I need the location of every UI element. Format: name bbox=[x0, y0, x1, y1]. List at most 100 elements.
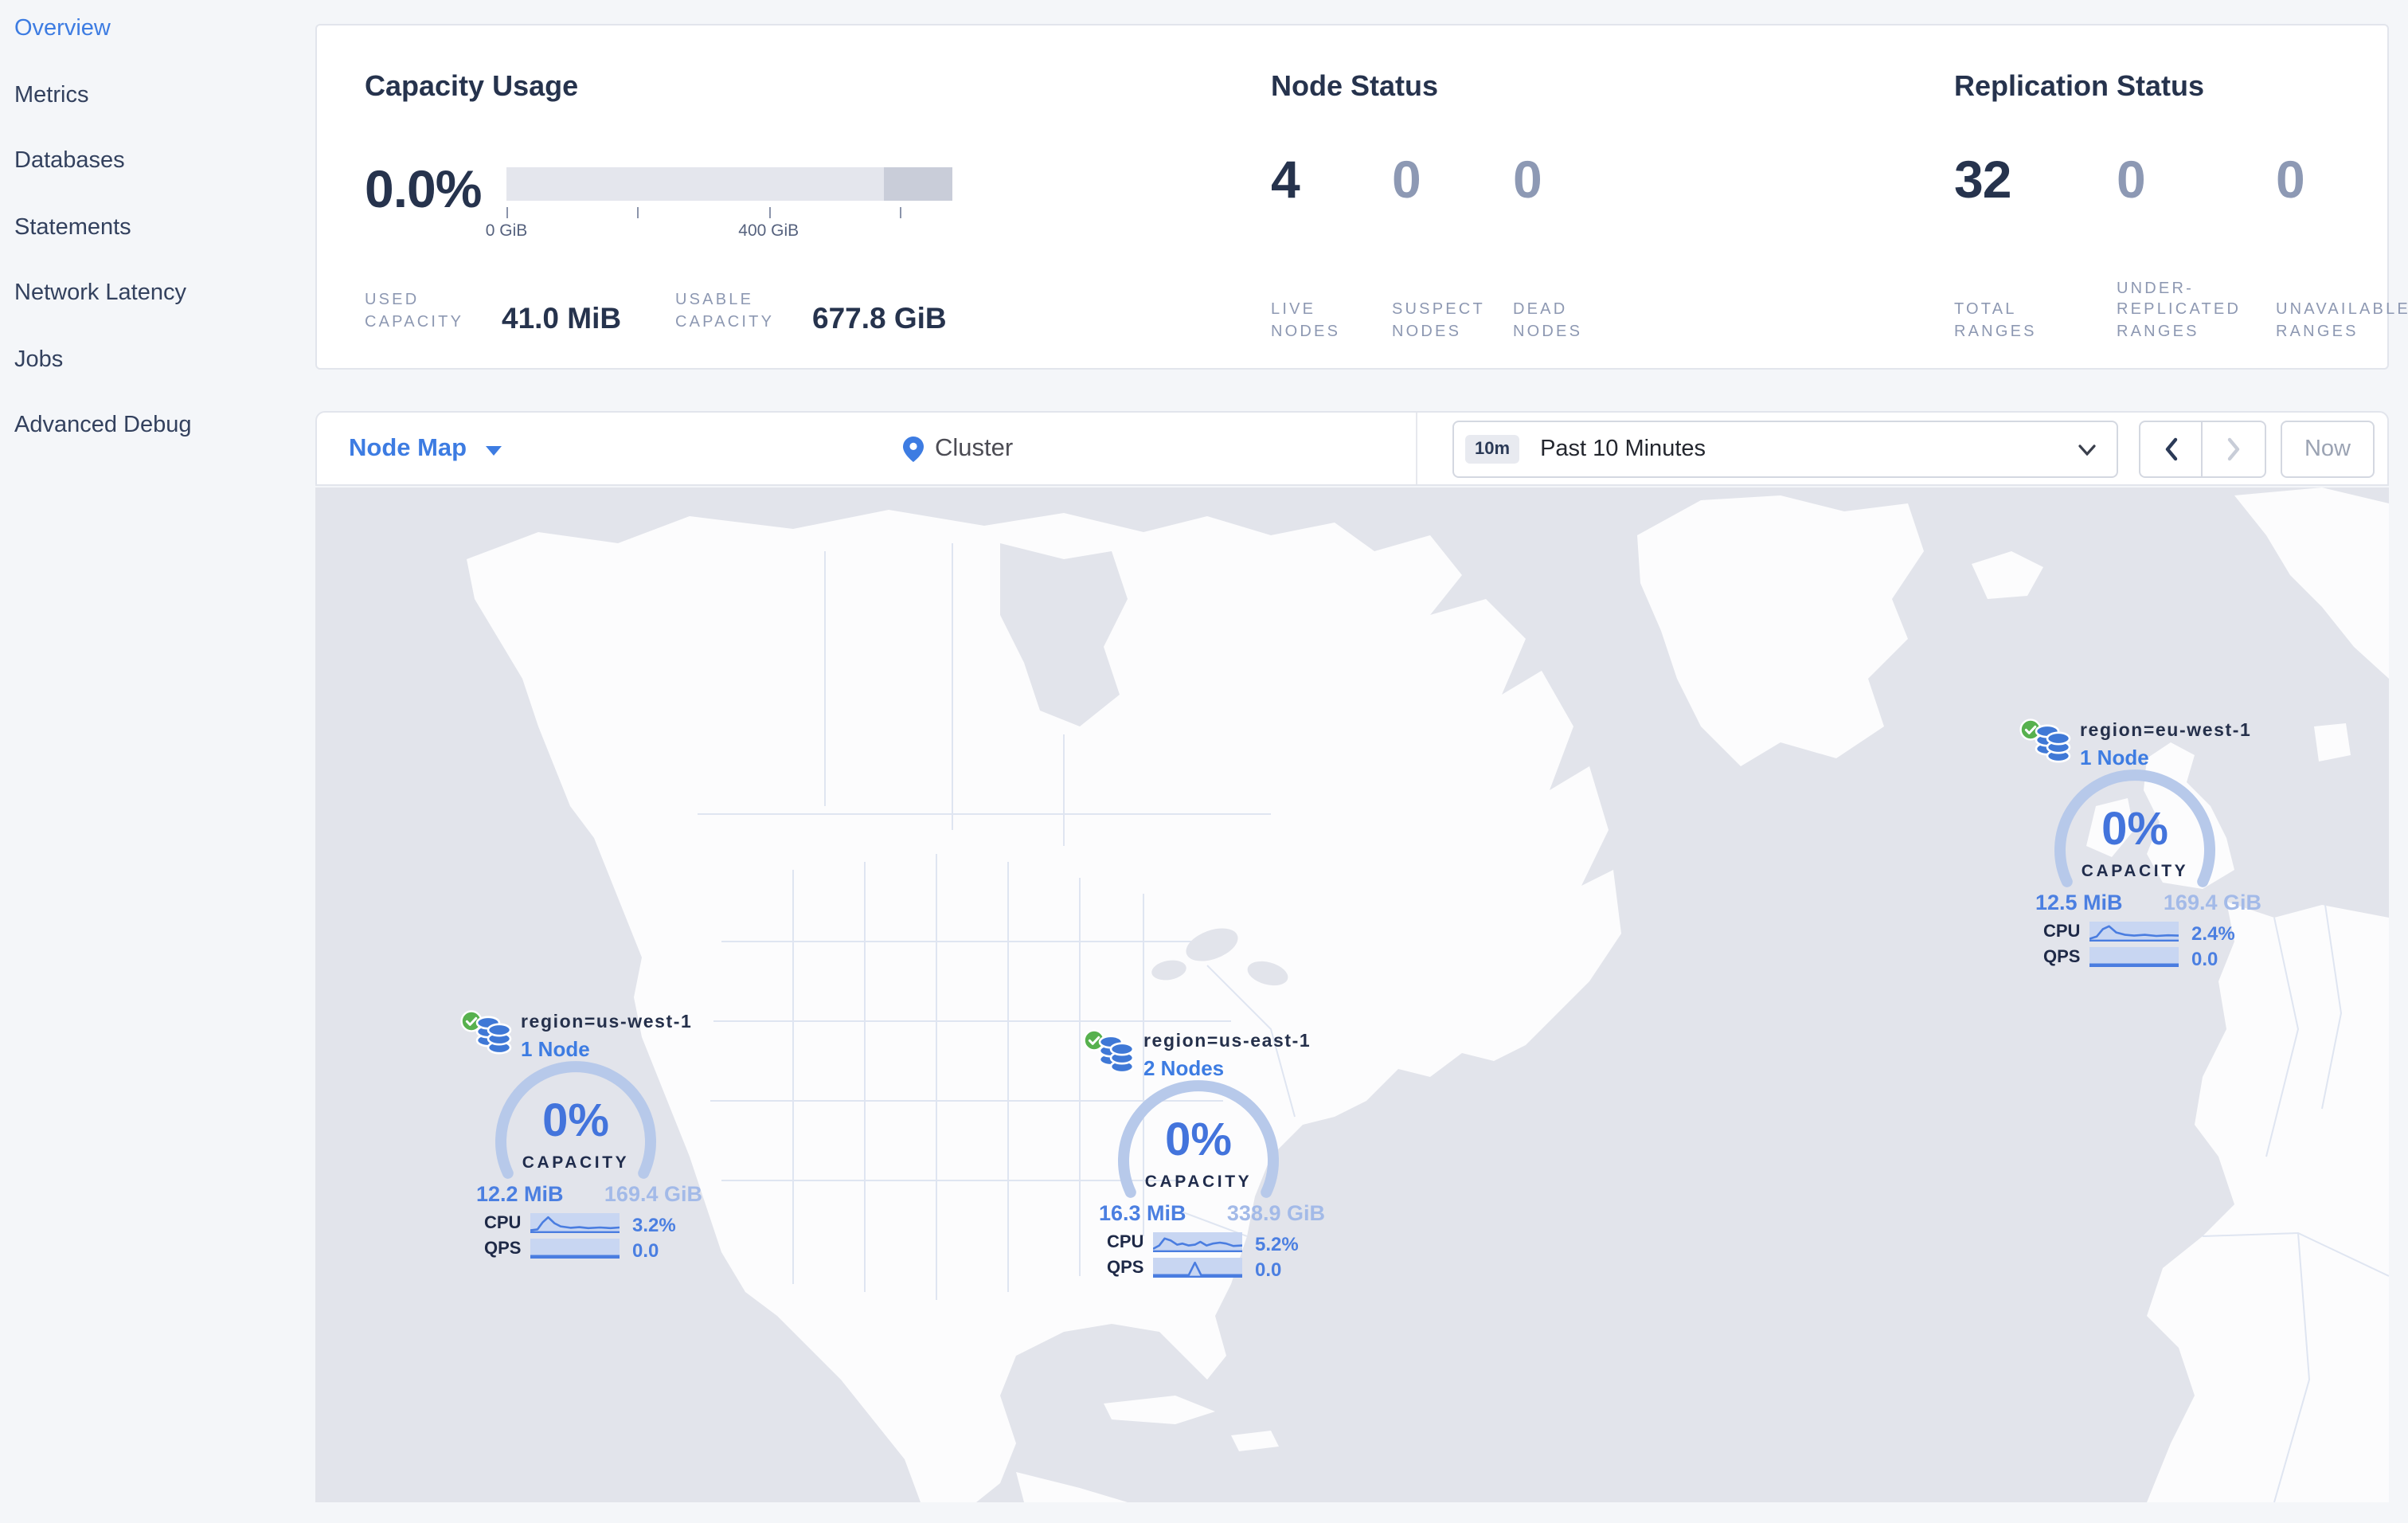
sidebar-item-network-latency[interactable]: Network Latency bbox=[14, 280, 186, 306]
region-total-capacity: 338.9 GiB bbox=[1226, 1201, 1325, 1225]
sidebar-item-advanced-debug[interactable]: Advanced Debug bbox=[14, 413, 192, 438]
qps-label: QPS bbox=[484, 1239, 522, 1259]
breadcrumb[interactable]: Cluster bbox=[903, 413, 1013, 484]
sidebar-item-overview[interactable]: Overview bbox=[14, 16, 111, 41]
sidebar-item-jobs[interactable]: Jobs bbox=[14, 346, 63, 372]
region-marker-eu-west-1[interactable]: region=eu-west-1 1 Node 0% CAPACITY 12.5… bbox=[2019, 718, 2274, 989]
capacity-bar-tick bbox=[637, 207, 639, 218]
capacity-gauge-label: CAPACITY bbox=[2081, 862, 2189, 881]
cpu-label: CPU bbox=[484, 1214, 522, 1233]
sidebar: Overview Metrics Databases Statements Networ… bbox=[0, 0, 312, 1523]
used-capacity-value: 41.0 MiB bbox=[502, 301, 622, 335]
cpu-sparkline bbox=[530, 1213, 620, 1233]
capacity-bar-tick bbox=[899, 207, 901, 218]
qps-sparkline bbox=[2089, 947, 2179, 967]
usable-capacity-value: 677.8 GiB bbox=[812, 301, 947, 335]
replication-status-title: Replication Status bbox=[1954, 70, 2205, 102]
capacity-values: 16.3 MiB 338.9 GiB bbox=[1099, 1201, 1325, 1225]
qps-row: QPS 0.0 bbox=[484, 1238, 715, 1262]
capacity-usage-title: Capacity Usage bbox=[365, 70, 579, 102]
qps-sparkline bbox=[1153, 1258, 1242, 1278]
stat-label: TOTAL RANGES bbox=[1954, 301, 2037, 340]
region-marker-us-east-1[interactable]: region=us-east-1 2 Nodes 0% CAPACITY 16.… bbox=[1083, 1029, 1338, 1300]
sidebar-item-databases[interactable]: Databases bbox=[14, 148, 125, 174]
cpu-label: CPU bbox=[2043, 922, 2081, 942]
database-icon bbox=[475, 1016, 512, 1055]
region-label: region=us-west-1 bbox=[521, 1013, 693, 1032]
replication-status-values: 32 0 0 bbox=[1954, 150, 2390, 210]
chevron-right-icon bbox=[2226, 437, 2239, 461]
map-toolbar: Node Map Cluster 10m Past 10 Minutes Now bbox=[315, 411, 2389, 486]
now-button[interactable]: Now bbox=[2281, 421, 2375, 478]
capacity-bar-tick bbox=[506, 207, 508, 218]
capacity-values: 12.2 MiB 169.4 GiB bbox=[476, 1182, 702, 1206]
cluster-summary-panel: Capacity Usage 0.0% 0 GiB 400 GiB USED CA… bbox=[315, 24, 2408, 370]
view-selector-label: Node Map bbox=[349, 434, 467, 461]
qps-row: QPS 0.0 bbox=[2043, 946, 2274, 970]
stat-value: 0 bbox=[1513, 150, 1542, 209]
capacity-bar-tick-label: 400 GiB bbox=[738, 221, 799, 241]
node-status-labels: LIVE NODES SUSPECT NODES DEAD NODES bbox=[1271, 213, 1634, 343]
time-nav-buttons bbox=[2139, 421, 2266, 478]
qps-value: 0.0 bbox=[632, 1239, 659, 1262]
stat-label: LIVE NODES bbox=[1271, 301, 1341, 340]
cpu-row: CPU 3.2% bbox=[484, 1212, 715, 1236]
usable-capacity-label: USABLE CAPACITY bbox=[675, 292, 775, 331]
region-label: region=us-east-1 bbox=[1143, 1032, 1312, 1051]
cpu-value: 2.4% bbox=[2191, 922, 2235, 945]
qps-sparkline bbox=[530, 1239, 620, 1259]
time-window-badge: 10m bbox=[1465, 435, 1520, 464]
capacity-gauge-label: CAPACITY bbox=[1144, 1173, 1253, 1192]
time-window-select[interactable]: 10m Past 10 Minutes bbox=[1452, 421, 2118, 478]
view-selector-dropdown[interactable]: Node Map bbox=[349, 413, 502, 484]
region-total-capacity: 169.4 GiB bbox=[604, 1182, 702, 1206]
stat-label: UNDER-REPLICATED RANGES bbox=[2117, 280, 2242, 340]
capacity-gauge-percent: 0% bbox=[542, 1096, 609, 1147]
used-capacity-stat: USED CAPACITY 41.0 MiB bbox=[365, 290, 621, 336]
breadcrumb-cluster-label: Cluster bbox=[935, 434, 1014, 461]
capacity-bar-tick bbox=[768, 207, 771, 218]
capacity-gauge-percent: 0% bbox=[1165, 1115, 1232, 1166]
stat-label: SUSPECT NODES bbox=[1392, 301, 1485, 340]
database-icon bbox=[1098, 1035, 1135, 1074]
chevron-left-icon bbox=[2165, 437, 2178, 461]
stat-value: 0 bbox=[1392, 150, 1421, 209]
stat-label: DEAD NODES bbox=[1513, 301, 1583, 340]
cockroachdb-console: Overview Metrics Databases Statements Networ… bbox=[0, 0, 2408, 1523]
cpu-sparkline bbox=[2089, 922, 2179, 942]
cpu-label: CPU bbox=[1107, 1233, 1144, 1252]
node-map: region=us-west-1 1 Node 0% CAPACITY 12.2… bbox=[315, 487, 2389, 1502]
node-status-values: 4 0 0 bbox=[1271, 150, 1634, 210]
region-marker-us-west-1[interactable]: region=us-west-1 1 Node 0% CAPACITY 12.2… bbox=[460, 1010, 715, 1281]
toolbar-divider bbox=[1416, 413, 1417, 484]
qps-label: QPS bbox=[1107, 1259, 1144, 1278]
stat-value: 0 bbox=[2276, 150, 2305, 209]
now-button-label: Now bbox=[2304, 437, 2351, 462]
chevron-down-icon bbox=[486, 445, 502, 455]
region-used-capacity: 16.3 MiB bbox=[1099, 1201, 1186, 1225]
capacity-gauge-percent: 0% bbox=[2101, 805, 2168, 855]
region-total-capacity: 169.4 GiB bbox=[2163, 891, 2261, 914]
qps-value: 0.0 bbox=[1255, 1259, 1282, 1281]
region-used-capacity: 12.2 MiB bbox=[476, 1182, 564, 1206]
capacity-values: 12.5 MiB 169.4 GiB bbox=[2035, 891, 2261, 914]
time-back-button[interactable] bbox=[2139, 421, 2203, 478]
node-status-title: Node Status bbox=[1271, 70, 1439, 102]
cpu-value: 3.2% bbox=[632, 1214, 676, 1236]
sidebar-item-statements[interactable]: Statements bbox=[14, 214, 131, 240]
cpu-sparkline bbox=[1153, 1232, 1242, 1252]
stat-value: 32 bbox=[1954, 150, 2011, 209]
usable-capacity-stat: USABLE CAPACITY 677.8 GiB bbox=[675, 290, 947, 336]
capacity-used-percent: 0.0% bbox=[365, 159, 482, 218]
cpu-row: CPU 2.4% bbox=[2043, 921, 2274, 945]
region-label: region=eu-west-1 bbox=[2080, 722, 2252, 741]
world-map-graphic bbox=[467, 487, 2389, 1502]
used-capacity-label: USED CAPACITY bbox=[365, 292, 464, 331]
qps-value: 0.0 bbox=[2191, 948, 2218, 970]
stat-value: 0 bbox=[2117, 150, 2146, 209]
qps-row: QPS 0.0 bbox=[1107, 1257, 1338, 1281]
time-forward-button[interactable] bbox=[2203, 421, 2266, 478]
cpu-row: CPU 5.2% bbox=[1107, 1231, 1338, 1255]
sidebar-item-metrics[interactable]: Metrics bbox=[14, 82, 88, 108]
replication-status-labels: TOTAL RANGES UNDER-REPLICATED RANGES UNAVA… bbox=[1954, 213, 2408, 343]
